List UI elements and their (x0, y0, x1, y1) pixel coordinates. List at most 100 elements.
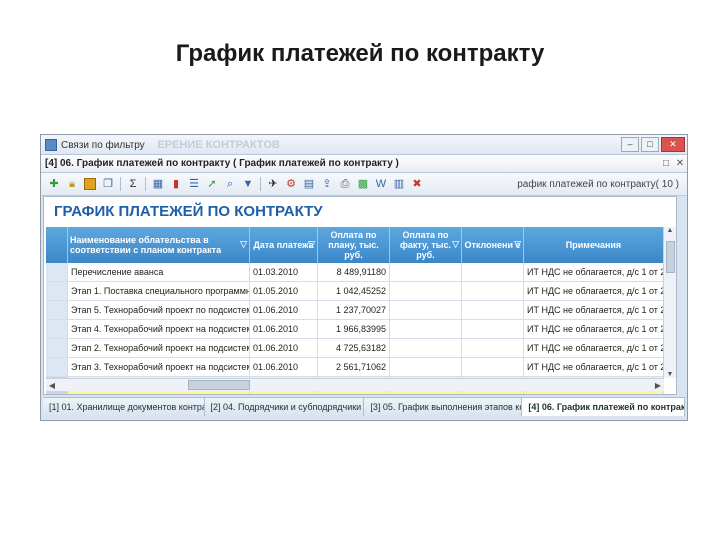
list-icon[interactable]: ☰ (188, 178, 200, 190)
table-row[interactable]: Этап 4. Технорабочий проект на подсистем… (46, 320, 664, 339)
add-icon[interactable]: ✚ (48, 178, 60, 190)
bottom-tab[interactable]: [3] 05. График выполнения этапов ко... (364, 398, 523, 416)
cell-fact[interactable] (390, 339, 462, 357)
filter-icon[interactable]: ▽ (240, 239, 247, 249)
filter-icon[interactable]: ▽ (514, 239, 521, 249)
cell-date[interactable]: 01.03.2010 (250, 263, 318, 281)
table-row[interactable]: Этап 1. Поставка специального программно… (46, 282, 664, 301)
close-doc-button[interactable]: ✕ (673, 158, 687, 169)
maximize-button[interactable]: □ (641, 137, 659, 152)
cell-name[interactable]: Этап 5. Технорабочий проект по подсистем… (68, 301, 250, 319)
row-selector[interactable] (46, 282, 68, 300)
table-row[interactable]: Перечисление аванса 01.03.2010 8 489,91180… (46, 263, 664, 282)
settings-icon[interactable]: ⚙ (285, 178, 297, 190)
cell-fact[interactable] (390, 358, 462, 376)
cell-notes[interactable]: ИТ НДС не облагается, д/с 1 от 25.05. (524, 358, 664, 376)
row-selector[interactable] (46, 320, 68, 338)
window-controls: – □ ✕ (621, 137, 685, 152)
filter-icon[interactable]: ▽ (452, 239, 459, 249)
column-header-plan[interactable]: Оплата по плану, тыс. руб. (318, 227, 390, 263)
close-button[interactable]: ✕ (661, 137, 685, 152)
cell-name[interactable]: Перечисление аванса (68, 263, 250, 281)
row-selector[interactable] (46, 358, 68, 376)
cell-date[interactable]: 01.06.2010 (250, 320, 318, 338)
table-row[interactable]: Этап 2. Технорабочий проект на подсистем… (46, 339, 664, 358)
export-icon[interactable]: ⇪ (321, 178, 333, 190)
document-tab-title[interactable]: [4] 06. График платежей по контракту ( Г… (41, 158, 659, 169)
cell-plan[interactable]: 1 042,45252 (318, 282, 390, 300)
cell-fact[interactable] (390, 263, 462, 281)
cell-deviation[interactable] (462, 320, 524, 338)
scroll-thumb[interactable] (188, 380, 250, 390)
restore-doc-button[interactable]: □ (659, 158, 673, 169)
cell-notes[interactable]: ИТ НДС не облагается, д/с 1 от 25.05. (524, 282, 664, 300)
column-header-deviation[interactable]: Отклонени е ▽ (462, 227, 524, 263)
vertical-scrollbar[interactable]: ▲ ▼ (663, 227, 676, 378)
grid-icon[interactable]: ▥ (393, 178, 405, 190)
scroll-down-icon[interactable]: ▼ (664, 371, 676, 378)
chart-icon[interactable]: ▮ (170, 178, 182, 190)
run-icon[interactable]: ✈ (267, 178, 279, 190)
cell-notes[interactable]: ИТ НДС не облагается, д/с 1 от 25.05. (524, 320, 664, 338)
cell-date[interactable]: 01.05.2010 (250, 282, 318, 300)
scroll-right-icon[interactable]: ▶ (652, 381, 664, 390)
row-selector[interactable] (46, 301, 68, 319)
cell-notes[interactable]: ИТ НДС не облагается, д/с 1 от 25.05. (524, 301, 664, 319)
cell-plan[interactable]: 8 489,91180 (318, 263, 390, 281)
scroll-thumb[interactable] (666, 241, 675, 273)
cell-fact[interactable] (390, 282, 462, 300)
column-header-fact[interactable]: Оплата по факту, тыс. руб. ▽ (390, 227, 462, 263)
row-selector[interactable] (46, 339, 68, 357)
search-icon[interactable]: ⌕ (224, 178, 236, 190)
copy-table-icon[interactable]: ▦ (152, 178, 164, 190)
column-header-name[interactable]: Наименование облательства в соответствии… (68, 227, 250, 263)
row-selector[interactable] (46, 263, 68, 281)
cell-plan[interactable]: 1 237,70027 (318, 301, 390, 319)
bottom-tab[interactable]: [4] 06. График платежей по контракту (522, 398, 685, 416)
lock-icon[interactable]: 🔒︎ (66, 178, 78, 190)
cell-date[interactable]: 01.06.2010 (250, 358, 318, 376)
column-header-date[interactable]: Дата платежа ▽ (250, 227, 318, 263)
cell-date[interactable]: 01.06.2010 (250, 301, 318, 319)
cell-deviation[interactable] (462, 263, 524, 281)
cell-deviation[interactable] (462, 301, 524, 319)
cell-notes[interactable]: ИТ НДС не облагается, д/с 1 от 25.05. (524, 263, 664, 281)
excel-icon[interactable]: ▩ (357, 178, 369, 190)
copy-icon[interactable]: ❐ (102, 178, 114, 190)
table-row[interactable]: Этап 5. Технорабочий проект по подсистем… (46, 301, 664, 320)
horizontal-scrollbar[interactable]: ◀ ▶ (46, 378, 664, 391)
preview-icon[interactable]: ▤ (303, 178, 315, 190)
table-row[interactable]: Этап 3. Технорабочий проект на подсистем… (46, 358, 664, 377)
cell-deviation[interactable] (462, 282, 524, 300)
bottom-tab[interactable]: [1] 01. Хранилище документов контра... (43, 398, 205, 416)
sum-icon[interactable]: Σ (127, 178, 139, 190)
cell-date[interactable]: 01.06.2010 (250, 339, 318, 357)
cell-plan[interactable]: 2 561,71062 (318, 358, 390, 376)
cell-name[interactable]: Этап 1. Поставка специального программно… (68, 282, 250, 300)
cell-notes[interactable]: ИТ НДС не облагается, д/с 1 от 25.05. (524, 339, 664, 357)
cell-deviation[interactable] (462, 358, 524, 376)
filter-icon[interactable]: ▽ (308, 239, 315, 249)
filter-icon[interactable]: ▼ (242, 178, 254, 190)
pin-icon[interactable]: ➚ (206, 178, 218, 190)
scroll-up-icon[interactable]: ▲ (664, 227, 676, 234)
cell-name[interactable]: Этап 2. Технорабочий проект на подсистем… (68, 339, 250, 357)
cell-name[interactable]: Этап 3. Технорабочий проект на подсистем… (68, 358, 250, 376)
cell-fact[interactable] (390, 320, 462, 338)
cell-plan[interactable]: 4 725,63182 (318, 339, 390, 357)
minimize-button[interactable]: – (621, 137, 639, 152)
window-titlebar[interactable]: Связи по фильтру ЕРЕНИЕ КОНТРАКТОВ – □ ✕ (41, 135, 687, 155)
scroll-left-icon[interactable]: ◀ (46, 381, 58, 390)
cell-fact[interactable] (390, 301, 462, 319)
word-icon[interactable]: W (375, 178, 387, 190)
bottom-tab[interactable]: [2] 04. Подрядчики и субподрядчики (... (205, 398, 365, 416)
cell-name[interactable]: Этап 4. Технорабочий проект на подсистем… (68, 320, 250, 338)
save-icon[interactable] (84, 178, 96, 190)
print-icon[interactable]: ⎙ (339, 178, 351, 190)
cell-plan[interactable]: 1 966,83995 (318, 320, 390, 338)
close-report-icon[interactable]: ✖ (411, 178, 423, 190)
bottom-tabbar: [1] 01. Хранилище документов контра... [2… (43, 397, 685, 416)
column-header-notes[interactable]: Примечания (524, 227, 664, 263)
grid-header: Наименование облательства в соответствии… (46, 227, 664, 263)
cell-deviation[interactable] (462, 339, 524, 357)
